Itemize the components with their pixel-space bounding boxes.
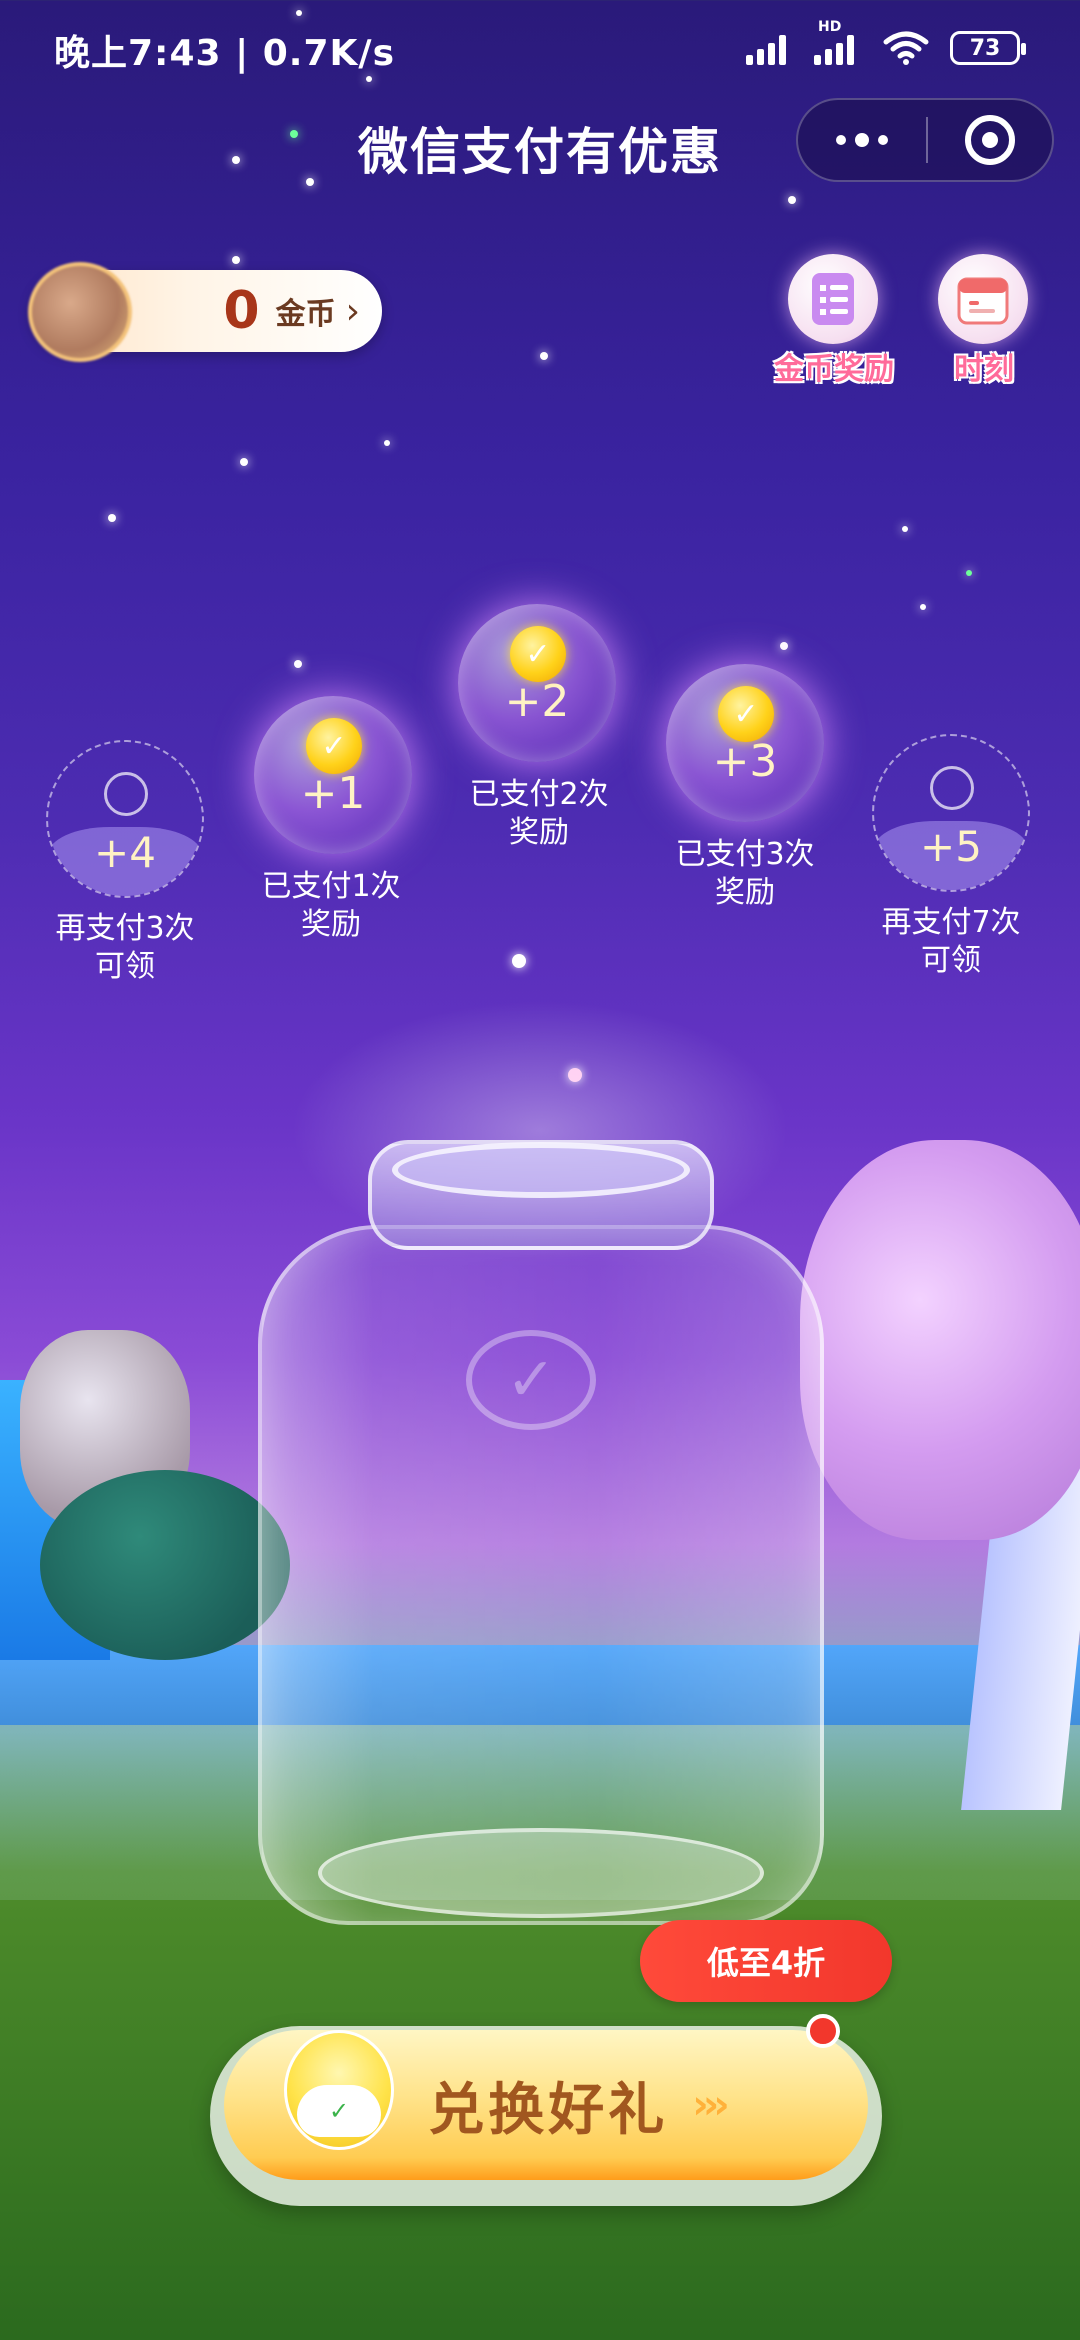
notification-dot [806,2014,840,2048]
caption-line: 奖励 [509,815,569,850]
reward-caption: 已支付1次 奖励 [236,868,426,944]
reward-amount: +1 [300,767,366,819]
coin-count: 0 [223,281,260,341]
chick-mascot-icon: ✓ [284,2030,394,2150]
miniprogram-capsule [796,98,1054,182]
reward-amount: +3 [712,735,778,787]
jar-lid [392,1142,690,1198]
double-chevron-right-icon: ››› [692,2082,730,2128]
caption-line: 已支付2次 [469,777,609,812]
reward-amount: +5 [920,822,982,871]
coin-icon: ✓ [510,626,566,682]
more-dot [878,135,888,145]
coin-rewards-label: 金币奖励 [774,352,894,387]
moments-button[interactable]: 时刻 [924,254,1044,388]
more-button[interactable] [798,100,926,180]
reward-bubble-locked[interactable]: +4 [46,740,204,898]
coin-unit: 金币 [275,297,336,332]
avatar[interactable] [28,262,132,362]
reward-bubble-available[interactable]: ✓ +2 [458,604,616,762]
caption-line: 再支付7次 [881,905,1021,940]
close-button[interactable] [928,115,1052,165]
jar-base [318,1828,764,1918]
coin-rewards-button[interactable]: 金币奖励 [754,254,914,388]
reward-amount: +4 [94,828,156,877]
reward-caption: 再支付3次 可领 [30,910,220,986]
coin-icon: ✓ [718,686,774,742]
discount-badge: 低至4折 [640,1920,892,2002]
battery-icon: 73 [950,31,1026,65]
reward-bubble-available[interactable]: ✓ +1 [254,696,412,854]
reward-caption: 已支付2次 奖励 [444,776,634,852]
hd-label: HD [818,19,842,35]
signal-icon [746,31,794,65]
battery-level: 73 [969,35,1001,61]
wechat-pay-logo-icon: ✓ [466,1330,596,1430]
more-dot [855,133,869,147]
redeem-label: 兑换好礼 [428,2077,669,2143]
reward-bubble-locked[interactable]: +5 [872,734,1030,892]
caption-line: 可领 [95,949,155,984]
reward-caption: 已支付3次 奖励 [650,836,840,912]
bush [40,1470,290,1660]
calendar-icon [938,254,1028,344]
caption-line: 奖励 [301,907,361,942]
status-time: 晚上7:43 | 0.7K/s [54,33,396,74]
reward-amount: +2 [504,675,570,727]
coin-outline-icon [104,772,148,816]
close-icon [965,115,1015,165]
chevron-right-icon: › [345,290,360,332]
caption-line: 已支付1次 [261,869,401,904]
caption-line: 奖励 [715,875,775,910]
coin-outline-icon [930,766,974,810]
reward-bubble-available[interactable]: ✓ +3 [666,664,824,822]
mascot-cup: ✓ [297,2085,381,2137]
caption-line: 可领 [921,943,981,978]
more-dot [836,135,846,145]
caption-line: 再支付3次 [55,911,195,946]
signal-hd-icon: HD [814,19,862,65]
status-icons: HD 73 [746,19,1026,66]
moments-label: 时刻 [954,352,1014,387]
reward-caption: 再支付7次 可领 [856,904,1046,980]
coin-icon: ✓ [306,718,362,774]
status-bar: 晚上7:43 | 0.7K/s HD 73 [0,0,1080,100]
task-list-icon [788,254,878,344]
caption-line: 已支付3次 [675,837,815,872]
wifi-icon [883,31,929,65]
tree-canopy [800,1140,1080,1540]
